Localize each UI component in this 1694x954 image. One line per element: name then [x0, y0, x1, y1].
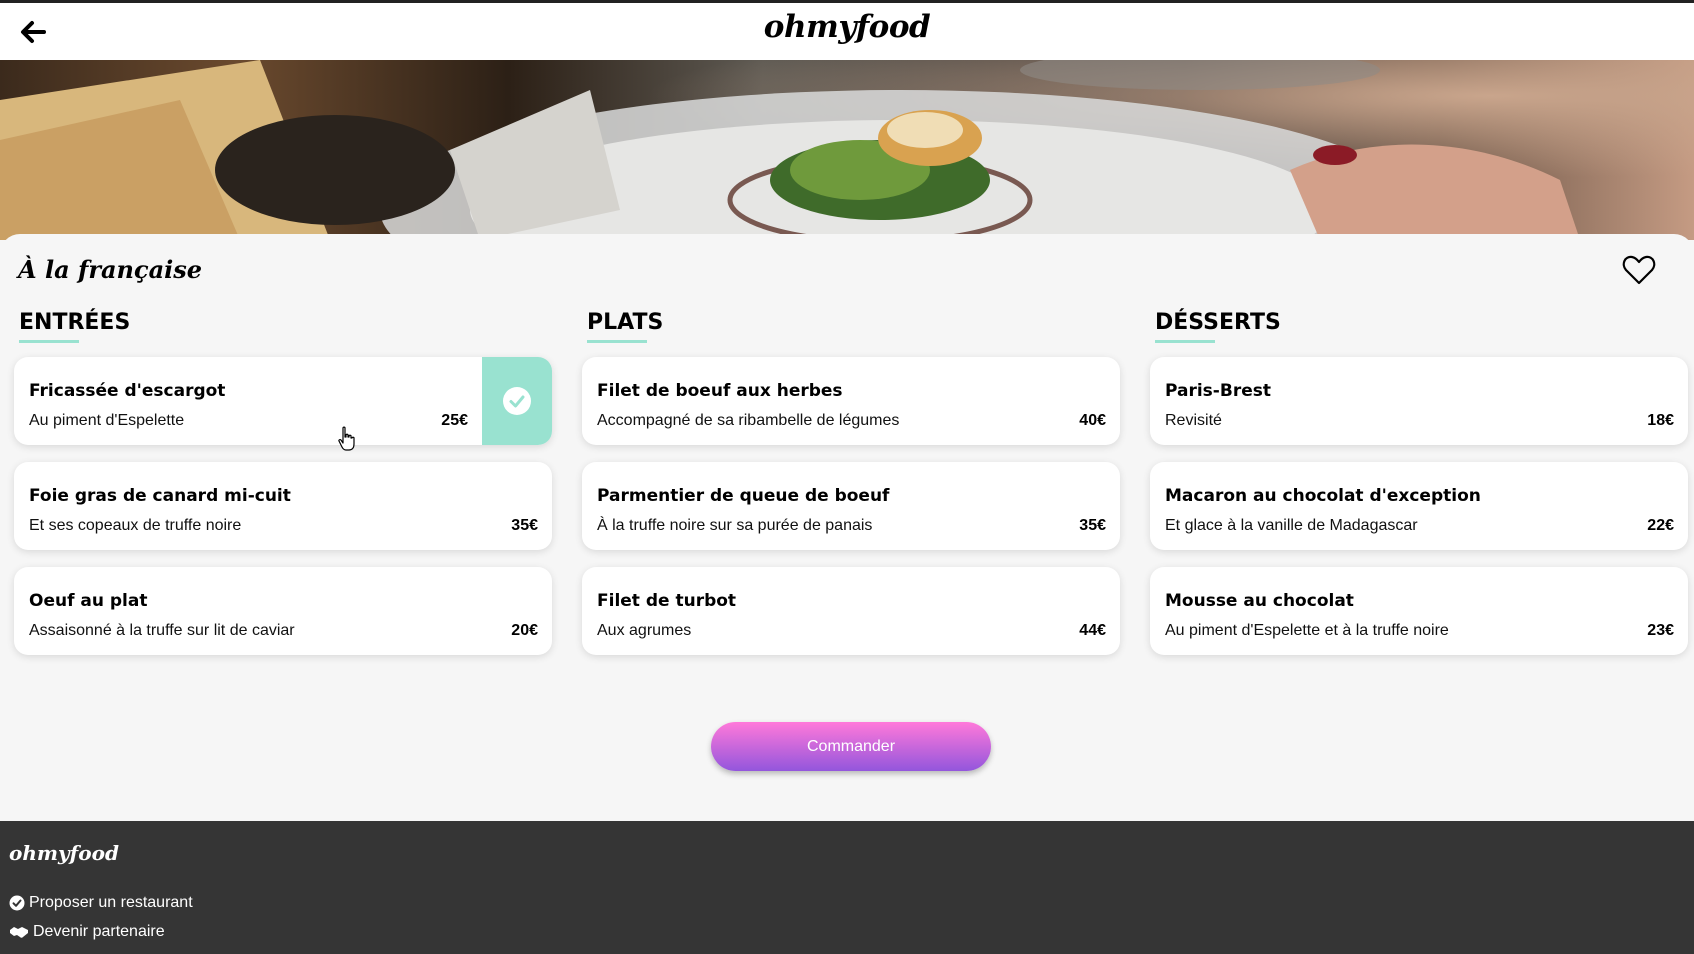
column-heading: DÉSSERTS: [1150, 310, 1690, 343]
dish-description: Aux agrumes: [597, 622, 692, 639]
dish-description: Au piment d'Espelette et à la truffe noi…: [1165, 622, 1449, 639]
column-heading: PLATS: [582, 310, 1122, 343]
dish-description: Et ses copeaux de truffe noire: [29, 517, 242, 534]
menu-item-card[interactable]: Filet de boeuf aux herbes Accompagné de …: [582, 357, 1120, 445]
dish-price: 18€: [1647, 412, 1674, 429]
dish-price: 25€: [441, 412, 468, 429]
dish-price: 40€: [1079, 412, 1106, 429]
dish-price: 20€: [511, 622, 538, 639]
menu-item-card[interactable]: Filet de turbot Aux agrumes 44€: [582, 567, 1120, 655]
header-bar: ohmyfood: [0, 0, 1694, 60]
dish-name: Filet de boeuf aux herbes: [597, 381, 843, 401]
selected-indicator[interactable]: [482, 357, 552, 445]
hand-cursor-icon: [338, 426, 355, 451]
footer-logo[interactable]: ohmyfood: [9, 841, 119, 865]
dish-description: Revisité: [1165, 412, 1222, 429]
dish-name: Paris-Brest: [1165, 381, 1271, 401]
propose-restaurant-link[interactable]: Proposer un restaurant: [9, 894, 193, 912]
menu-item-card[interactable]: Paris-Brest Revisité 18€: [1150, 357, 1688, 445]
dish-description: Assaisonné à la truffe sur lit de caviar: [29, 622, 295, 639]
check-circle-icon: [9, 895, 25, 911]
site-logo[interactable]: ohmyfood: [0, 9, 1694, 45]
dish-name: Foie gras de canard mi-cuit: [29, 486, 291, 506]
dish-name: Mousse au chocolat: [1165, 591, 1354, 611]
dish-price: 44€: [1079, 622, 1106, 639]
menu-column-plats: PLATS Filet de boeuf aux herbes Accompag…: [582, 310, 1122, 655]
become-partner-link[interactable]: Devenir partenaire: [9, 923, 165, 941]
restaurant-title: À la française: [18, 255, 203, 284]
check-circle-icon: [503, 387, 531, 415]
dish-name: Macaron au chocolat d'exception: [1165, 486, 1481, 506]
dish-price: 35€: [511, 517, 538, 534]
handshake-icon: [10, 927, 28, 938]
dish-description: Accompagné de sa ribambelle de légumes: [597, 412, 900, 429]
hero-image: [0, 60, 1694, 240]
menu-item-card[interactable]: Macaron au chocolat d'exception Et glace…: [1150, 462, 1688, 550]
footer: ohmyfood Proposer un restaurant Devenir …: [0, 821, 1694, 954]
dish-price: 23€: [1647, 622, 1674, 639]
dish-description: Et glace à la vanille de Madagascar: [1165, 517, 1418, 534]
order-button[interactable]: Commander: [711, 722, 991, 771]
dish-description: Au piment d'Espelette: [29, 412, 185, 429]
heart-icon[interactable]: [1622, 254, 1656, 286]
menu-item-card[interactable]: Foie gras de canard mi-cuit Et ses copea…: [14, 462, 552, 550]
dish-name: Oeuf au plat: [29, 591, 148, 611]
menu-item-card[interactable]: Parmentier de queue de boeuf À la truffe…: [582, 462, 1120, 550]
menu-item-card[interactable]: Mousse au chocolat Au piment d'Espelette…: [1150, 567, 1688, 655]
menu-item-card[interactable]: Fricassée d'escargot Au piment d'Espelet…: [14, 357, 552, 445]
dish-name: Parmentier de queue de boeuf: [597, 486, 890, 506]
dish-name: Fricassée d'escargot: [29, 381, 226, 401]
menu-column-entrees: ENTRÉES Fricassée d'escargot Au piment d…: [14, 310, 554, 655]
footer-link-label: Devenir partenaire: [33, 923, 165, 940]
dish-price: 35€: [1079, 517, 1106, 534]
dish-price: 22€: [1647, 517, 1674, 534]
menu-column-desserts: DÉSSERTS Paris-Brest Revisité 18€ Macaro…: [1150, 310, 1690, 655]
dish-name: Filet de turbot: [597, 591, 737, 611]
menu-item-card[interactable]: Oeuf au plat Assaisonné à la truffe sur …: [14, 567, 552, 655]
footer-link-label: Proposer un restaurant: [29, 894, 193, 911]
dish-description: À la truffe noire sur sa purée de panais: [597, 517, 873, 534]
column-heading: ENTRÉES: [14, 310, 554, 343]
